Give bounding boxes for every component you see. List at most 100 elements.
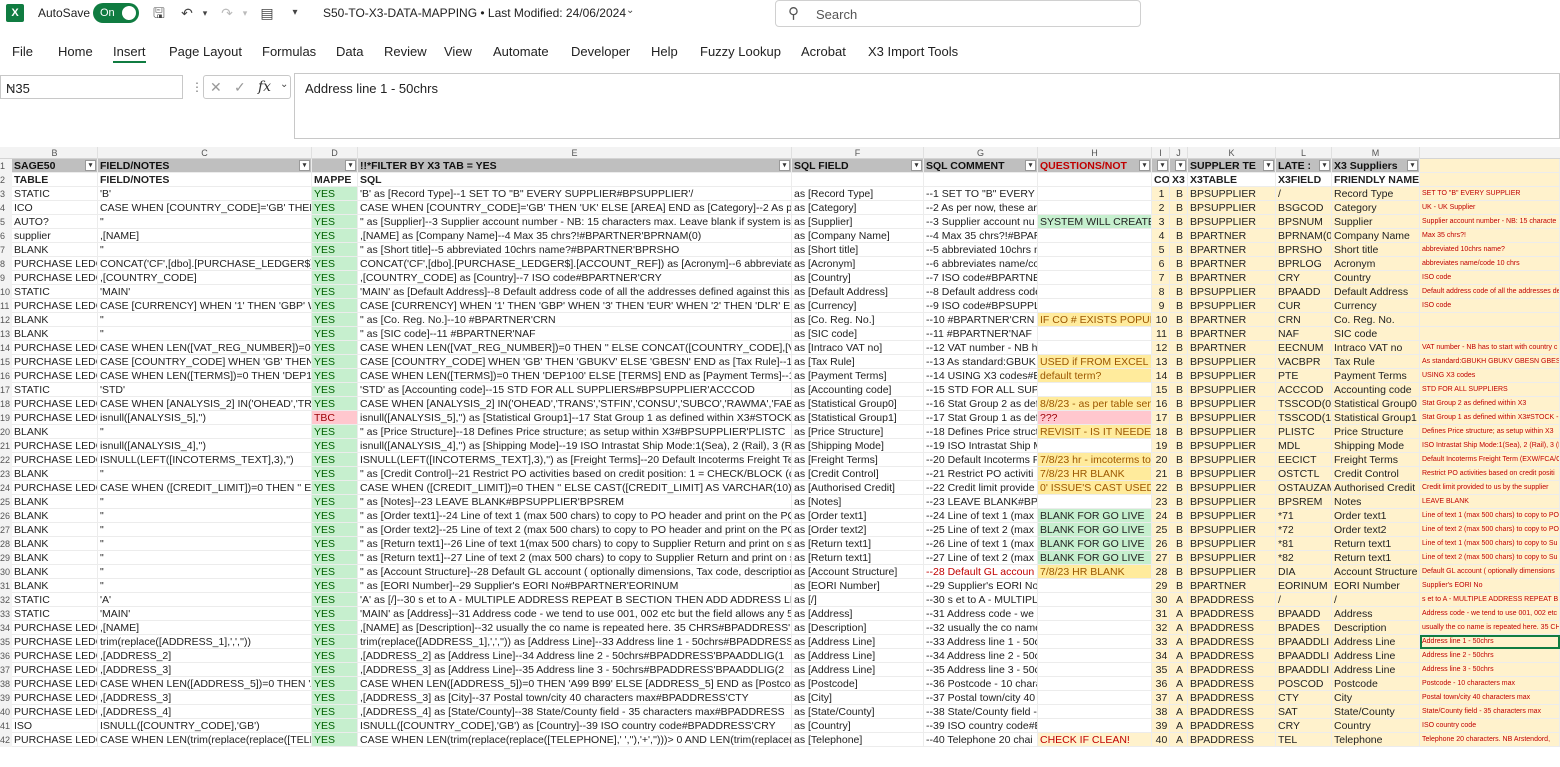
cell-b[interactable]: PURCHASE LEDG (12, 439, 98, 453)
cell-l[interactable]: CUR (1276, 299, 1332, 313)
col-header-d[interactable]: D (312, 147, 358, 159)
cell-b[interactable]: BLANK (12, 565, 98, 579)
cell-h[interactable] (1038, 383, 1152, 397)
cell-f[interactable]: as [Accounting code] (792, 383, 924, 397)
cell-j[interactable]: A (1170, 691, 1188, 705)
header-cell-g[interactable]: SQL COMMENT ▾ (924, 159, 1038, 173)
cell-h[interactable]: SYSTEM WILL CREATE (1038, 215, 1152, 229)
cell-k[interactable]: BPSUPPLIER (1188, 383, 1276, 397)
cell-b[interactable]: BLANK (12, 579, 98, 593)
cell-d[interactable]: YES (312, 481, 358, 495)
row-header[interactable]: 12 (0, 313, 12, 327)
cell-l[interactable]: TSSCOD(1 (1276, 411, 1332, 425)
cell-l[interactable]: *82 (1276, 551, 1332, 565)
cell-i[interactable]: 24 (1152, 509, 1170, 523)
cell-i[interactable]: 14 (1152, 369, 1170, 383)
cell-i[interactable]: 22 (1152, 481, 1170, 495)
cell-c[interactable]: CASE WHEN LEN([VAT_REG_NUMBER])=0 TH (98, 341, 312, 355)
cell-i[interactable]: 40 (1152, 733, 1170, 747)
enter-icon[interactable]: ✓ (234, 79, 246, 96)
cell-m[interactable]: Address (1332, 607, 1420, 621)
cell-c[interactable]: ISNULL([COUNTRY_CODE],'GB') (98, 719, 312, 733)
cell-j[interactable]: B (1170, 453, 1188, 467)
row-header[interactable]: 10 (0, 285, 12, 299)
cell-h[interactable]: USED if FROM EXCEL FI (1038, 355, 1152, 369)
cell-f[interactable]: as [Record Type] (792, 187, 924, 201)
undo-icon[interactable]: ↶ (178, 4, 196, 22)
col-header-f[interactable]: F (792, 147, 924, 159)
col-header-l[interactable]: L (1276, 147, 1332, 159)
cell-b[interactable]: PURCHASE LEDG (12, 369, 98, 383)
filter-dropdown-icon[interactable]: ▾ (1263, 160, 1274, 171)
cell-m[interactable]: Description (1332, 621, 1420, 635)
cell-l[interactable]: CTY (1276, 691, 1332, 705)
cell-b[interactable]: BLANK (12, 509, 98, 523)
cell-h[interactable] (1038, 621, 1152, 635)
cell-e[interactable]: " as [Supplier]--3 Supplier account numb… (358, 215, 792, 229)
cell-k[interactable]: BPARTNER (1188, 271, 1276, 285)
cell-m[interactable]: EORI Number (1332, 579, 1420, 593)
cell-g[interactable]: --7 ISO code#BPARTNER'CRY (924, 271, 1038, 285)
cell-j[interactable]: A (1170, 677, 1188, 691)
header-cell-e[interactable]: !!*FILTER BY X3 TAB = YES ▾ (358, 159, 792, 173)
cell-n[interactable]: Line of text 2 (max 500 chars) to copy t… (1420, 551, 1560, 565)
row-header[interactable]: 13 (0, 327, 12, 341)
cell-b[interactable]: BLANK (12, 551, 98, 565)
cell-l[interactable]: BPAADDLI (1276, 663, 1332, 677)
cell-h[interactable]: CHECK IF CLEAN! (1038, 733, 1152, 747)
cell-l[interactable]: / (1276, 187, 1332, 201)
cell-d[interactable]: YES (312, 649, 358, 663)
row-header[interactable]: 8 (0, 257, 12, 271)
cell-d[interactable]: YES (312, 663, 358, 677)
filter-dropdown-icon[interactable]: ▾ (299, 160, 310, 171)
cell-h[interactable] (1038, 341, 1152, 355)
cell-l[interactable]: BPSNUM (1276, 215, 1332, 229)
cell-i[interactable]: 39 (1152, 719, 1170, 733)
cell-i[interactable]: 32 (1152, 621, 1170, 635)
cell-j[interactable]: B (1170, 369, 1188, 383)
cell-c[interactable]: CONCAT('CF',[dbo].[PURCHASE_LEDGER$]. (98, 257, 312, 271)
tab-help[interactable]: Help (651, 44, 678, 59)
cell-c[interactable]: " (98, 425, 312, 439)
cell-l[interactable]: TSSCOD(0 (1276, 397, 1332, 411)
cell-m[interactable]: State/County (1332, 705, 1420, 719)
cell-f[interactable]: as [Default Address] (792, 285, 924, 299)
cell-k[interactable]: BPSUPPLIER (1188, 355, 1276, 369)
filter-dropdown-icon[interactable]: ▾ (1175, 160, 1186, 171)
cell-f[interactable]: as [Short title] (792, 243, 924, 257)
cell-h[interactable]: 7/8/23 HR BLANK (1038, 467, 1152, 481)
cell-d[interactable]: YES (312, 383, 358, 397)
cell-d[interactable]: YES (312, 495, 358, 509)
cell-h[interactable]: default term? (1038, 369, 1152, 383)
cell-c[interactable]: isnull([ANALYSIS_5],'') (98, 411, 312, 425)
cell-h[interactable]: 7/8/23 hr - imcoterms to (1038, 453, 1152, 467)
cell-e[interactable]: CASE WHEN [COUNTRY_CODE]='GB' THEN 'UK' … (358, 201, 792, 215)
cell-e[interactable]: ,[ADDRESS_2] as [Address Line]--34 Addre… (358, 649, 792, 663)
cell-k[interactable]: BPSUPPLIER (1188, 523, 1276, 537)
cell-n[interactable] (1420, 313, 1560, 327)
cell-k[interactable]: BPSUPPLIER (1188, 215, 1276, 229)
cell-d[interactable]: YES (312, 271, 358, 285)
cell-f[interactable]: as [Account Structure] (792, 565, 924, 579)
cell-e[interactable]: CASE WHEN ([CREDIT_LIMIT])=0 THEN '' ELS… (358, 481, 792, 495)
spreadsheet-grid[interactable]: B C D E F G H I J K L M 1 SAGE50 ▾ FIELD/NO… (0, 147, 1560, 767)
cell-e[interactable]: ,[NAME] as [Company Name]--4 Max 35 chrs… (358, 229, 792, 243)
form-icon[interactable]: ▤ (258, 4, 276, 22)
cell-m[interactable]: Country (1332, 271, 1420, 285)
row-header[interactable]: 28 (0, 537, 12, 551)
cell-f[interactable]: as [Credit Control] (792, 467, 924, 481)
cell-g[interactable]: --22 Credit limit provide (924, 481, 1038, 495)
cell-m[interactable]: Address Line (1332, 663, 1420, 677)
tab-fuzzy-lookup[interactable]: Fuzzy Lookup (700, 44, 781, 59)
cell-k[interactable]: BPADDRESS (1188, 733, 1276, 747)
cell-n[interactable]: Default GL account ( optionally dimensio… (1420, 565, 1560, 579)
cell-l[interactable]: EECNUM (1276, 341, 1332, 355)
cell-c[interactable]: ,[COUNTRY_CODE] (98, 271, 312, 285)
cell-i[interactable]: 19 (1152, 439, 1170, 453)
cell-h[interactable]: REVISIT - IS IT NEEDED? (1038, 425, 1152, 439)
header-cell-n[interactable] (1420, 159, 1560, 173)
cell-c[interactable]: " (98, 215, 312, 229)
row-header[interactable]: 25 (0, 495, 12, 509)
cell-m[interactable]: Telephone (1332, 733, 1420, 747)
row-header[interactable]: 9 (0, 271, 12, 285)
